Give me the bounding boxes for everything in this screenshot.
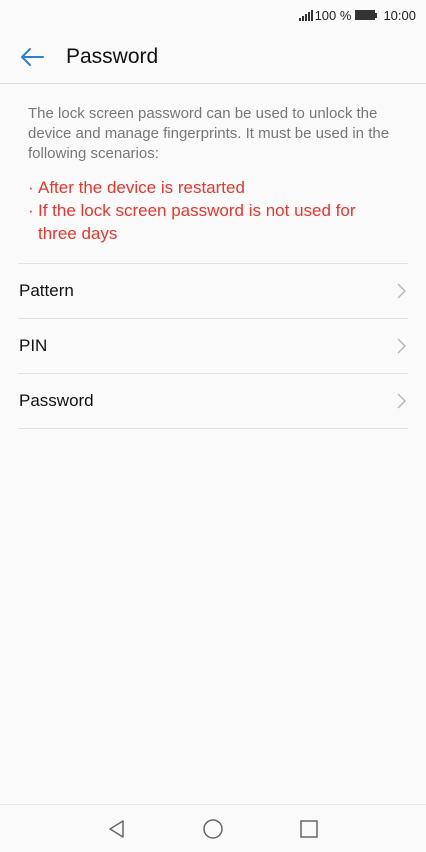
back-button[interactable] (7, 30, 57, 83)
battery-icon (355, 10, 378, 20)
option-pattern[interactable]: Pattern (18, 263, 408, 318)
chevron-right-icon (396, 393, 406, 409)
option-label: PIN (19, 336, 48, 355)
warning-list: · After the device is restarted · If the… (28, 176, 398, 245)
warning-text: If the lock screen password is not used … (38, 201, 356, 243)
option-label: Password (19, 391, 94, 410)
battery-percent: 100 % (314, 7, 352, 23)
warning-item: · If the lock screen password is not use… (28, 199, 398, 245)
nav-recents-button[interactable] (297, 817, 321, 841)
nav-recents-icon (300, 819, 318, 838)
option-password[interactable]: Password (18, 373, 408, 429)
navigation-bar (0, 804, 426, 852)
warning-text: After the device is restarted (38, 178, 245, 197)
nav-back-icon (109, 819, 124, 838)
warning-item: · After the device is restarted (28, 176, 398, 199)
bullet: · (28, 178, 34, 197)
clock: 10:00 (383, 7, 416, 23)
nav-back-button[interactable] (105, 817, 129, 841)
signal-icon (298, 9, 313, 21)
nav-home-button[interactable] (201, 817, 225, 841)
page-title: Password (66, 44, 159, 68)
description-text: The lock screen password can be used to … (28, 105, 390, 162)
app-header: Password (0, 30, 426, 84)
chevron-right-icon (396, 283, 406, 299)
bullet: · (28, 201, 34, 220)
option-pin[interactable]: PIN (18, 318, 408, 373)
nav-home-icon (203, 818, 223, 839)
status-bar: 100 % 10:00 (0, 0, 426, 30)
option-label: Pattern (19, 281, 74, 300)
password-type-list: Pattern PIN Password (18, 263, 408, 429)
chevron-right-icon (396, 338, 406, 354)
arrow-left-icon (21, 47, 44, 66)
